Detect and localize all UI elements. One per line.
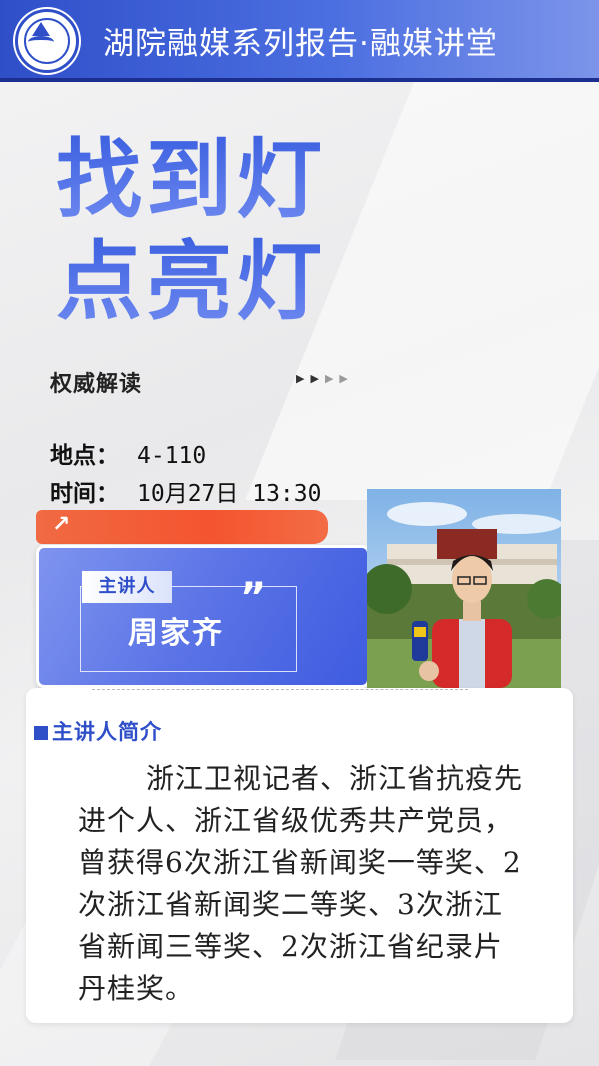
school-emblem-icon — [15, 9, 79, 73]
arrows-decoration: ▶▶▶▶ — [296, 372, 354, 385]
location-value: 4-110 — [137, 443, 207, 469]
headline-line-2: 点亮灯 — [56, 232, 326, 332]
location-row: 地点： 4-110 — [50, 436, 206, 470]
time-value: 10月27日 13:30 — [137, 481, 322, 507]
location-label: 地点： — [50, 443, 119, 469]
speaker-tag: 主讲人 — [82, 571, 172, 603]
headline-line-1: 找到灯 — [56, 130, 326, 230]
orange-banner — [36, 510, 328, 544]
bio-title: 主讲人简介 — [34, 716, 162, 746]
speaker-photo — [367, 489, 561, 688]
bio-title-text: 主讲人简介 — [52, 720, 162, 744]
arrow-icon: ▶ — [310, 372, 325, 385]
speaker-name: 周家齐 — [128, 616, 224, 651]
time-row: 时间： 10月27日 13:30 — [50, 474, 321, 508]
curved-arrow-icon: ↗ — [52, 512, 71, 537]
bio-text: 浙江卫视记者、浙江省抗疫先进个人、浙江省级优秀共产党员，曾获得6次浙江省新闻奖一… — [78, 762, 524, 1005]
arrow-icon: ▶ — [339, 372, 354, 385]
time-label: 时间： — [50, 481, 119, 507]
arrow-icon: ▶ — [324, 372, 340, 385]
header-title: 湖院融媒系列报告·融媒讲堂 — [103, 26, 498, 62]
header-stripe — [0, 78, 599, 82]
square-bullet-icon — [34, 726, 48, 740]
divider — [92, 689, 468, 690]
subtitle: 权威解读 — [50, 372, 143, 397]
header-bar: 湖院融媒系列报告·融媒讲堂 — [0, 0, 599, 78]
arrow-icon: ▶ — [296, 372, 311, 385]
quote-mark-icon: ” — [240, 575, 267, 621]
